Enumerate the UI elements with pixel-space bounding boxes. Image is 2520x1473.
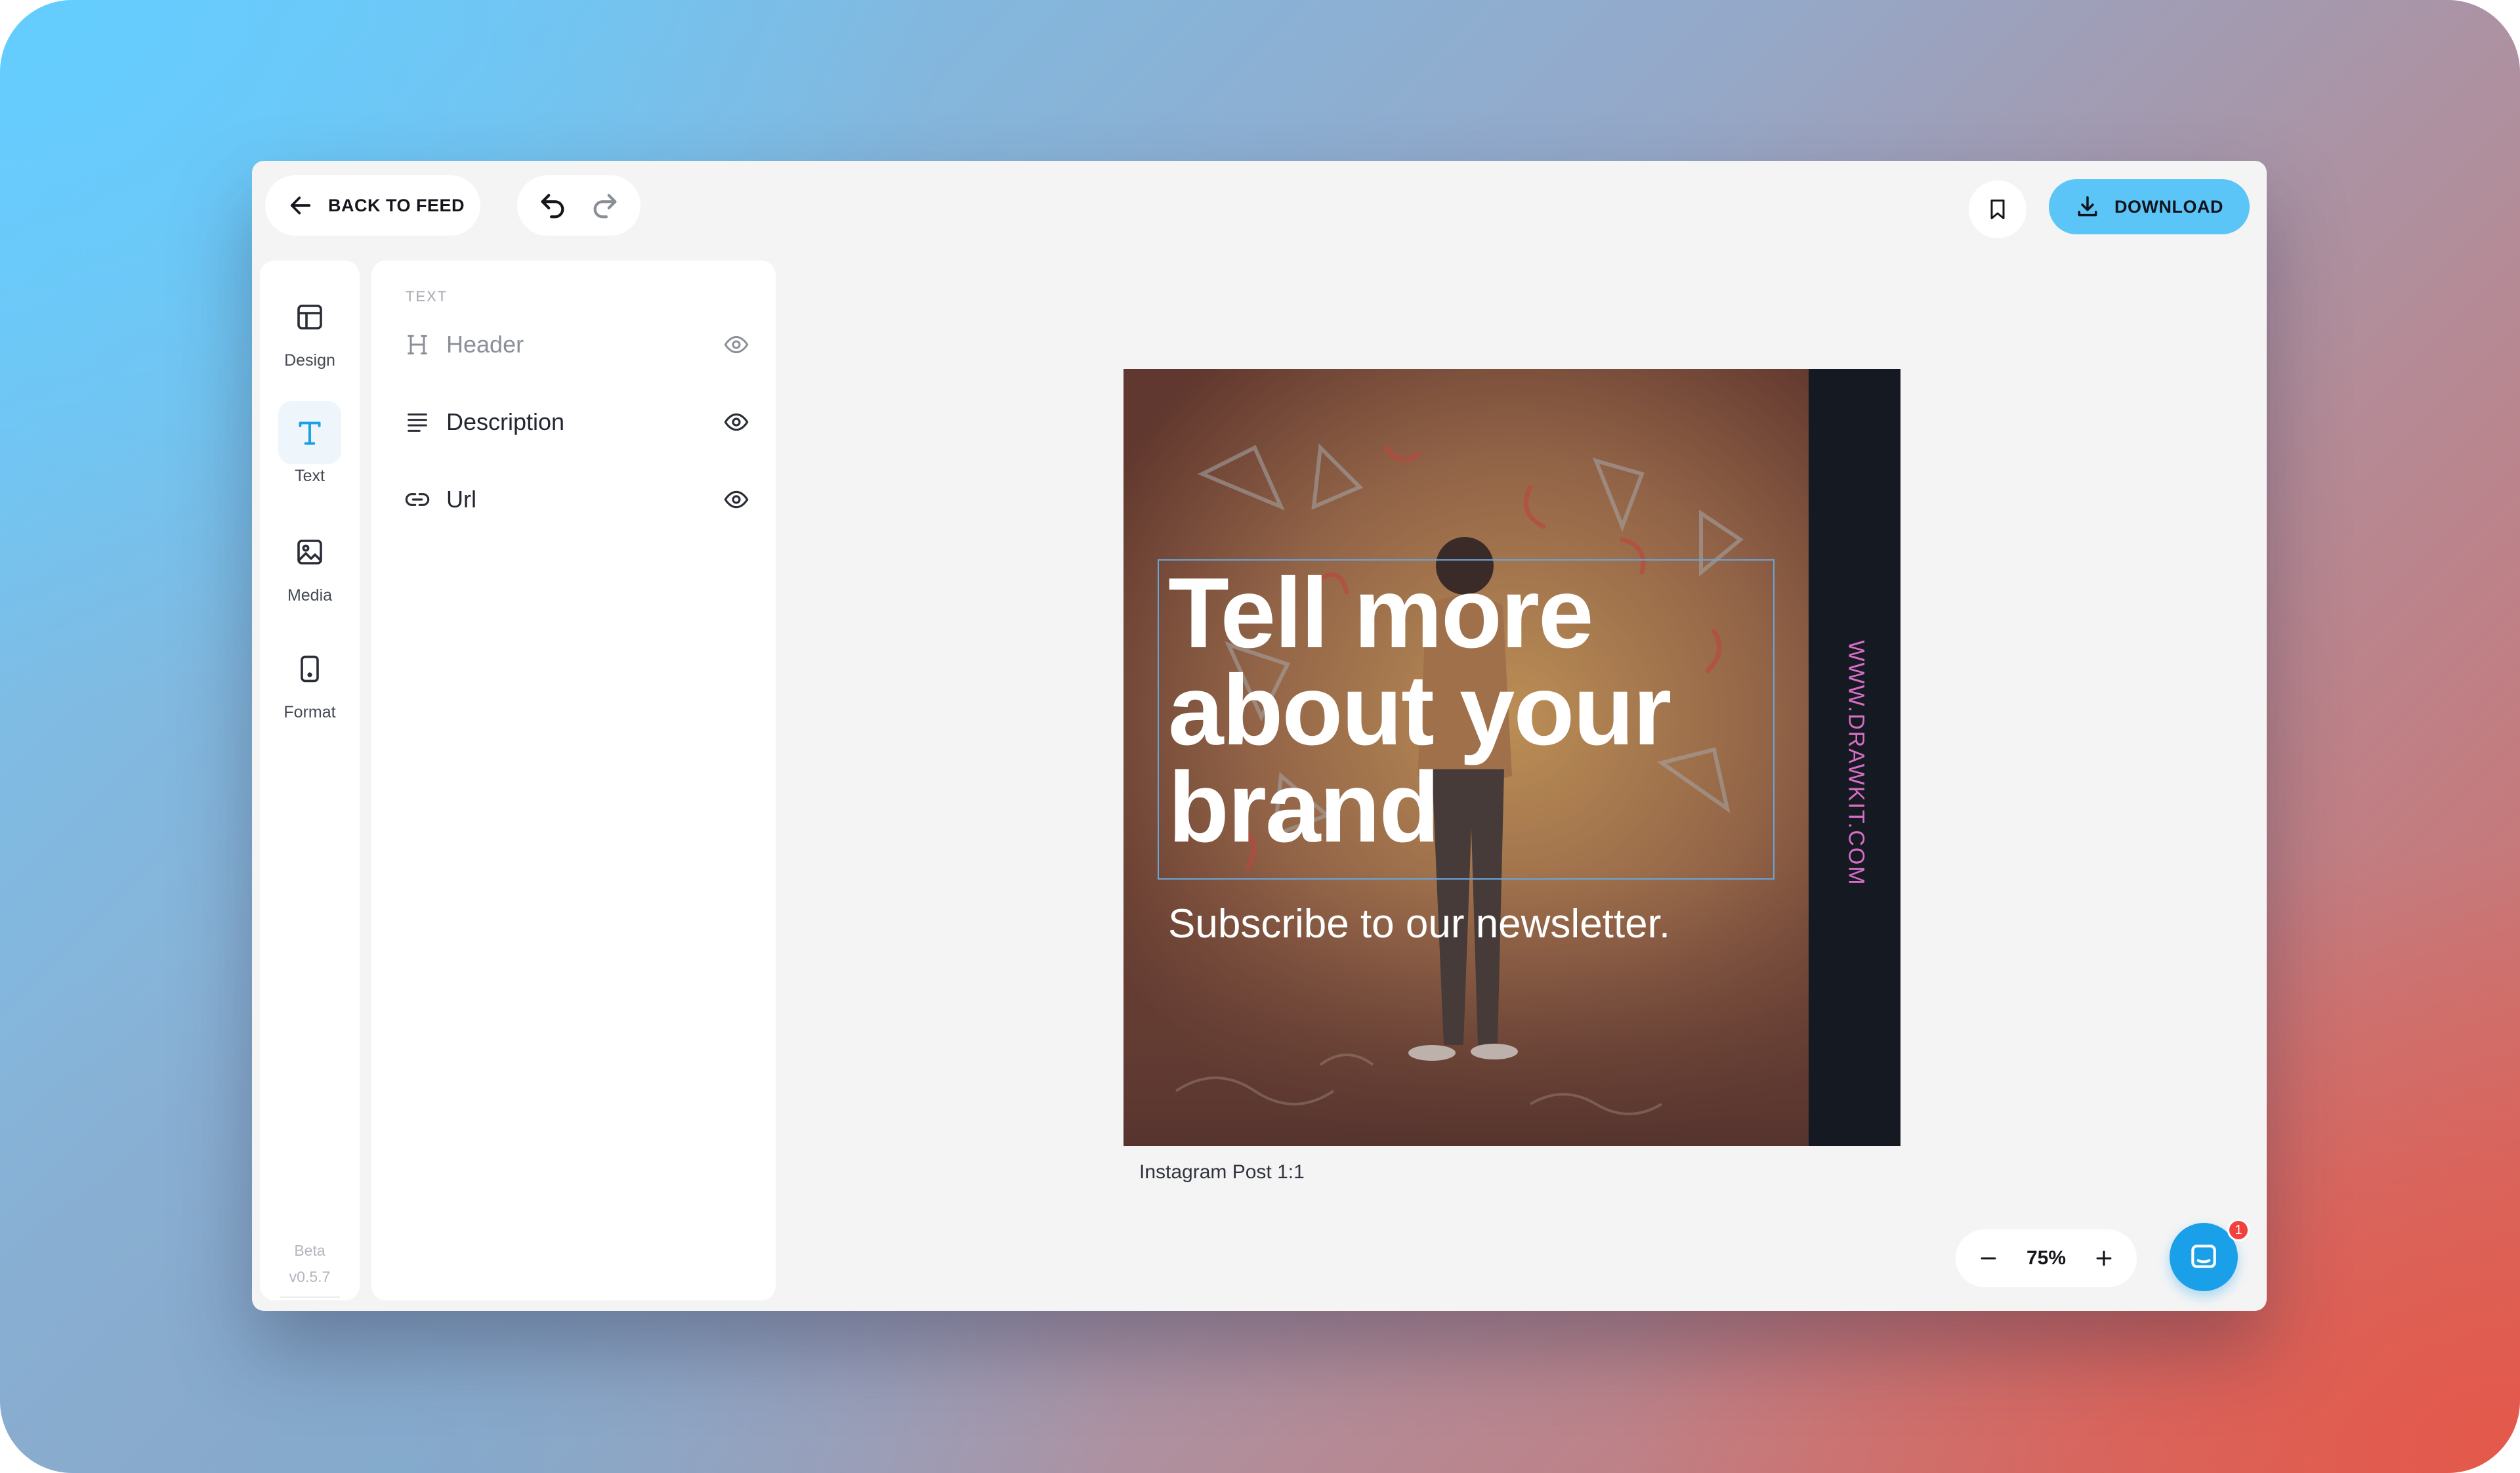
text-layer-label: Description [446, 408, 565, 435]
headline-line: Tell more [1168, 557, 1593, 669]
text-icon [299, 421, 321, 445]
version-label: v0.5.7 [289, 1268, 331, 1285]
phone-icon [301, 655, 319, 683]
undo-button[interactable] [530, 183, 575, 228]
artboard-headline[interactable]: Tell more about your brand [1168, 557, 1785, 863]
eye-icon [724, 335, 749, 354]
plus-icon [2096, 1250, 2112, 1266]
sidebar-item-media[interactable]: Media [260, 521, 360, 605]
sidebar-item-label: Media [287, 586, 333, 605]
headline-line: about your [1168, 654, 1671, 766]
sidebar-item-label: Text [295, 467, 325, 485]
tool-sidebar: Design Text Media Format Beta v0.5.7 [260, 261, 360, 1300]
zoom-control: 75% [1956, 1229, 2137, 1287]
paragraph-icon [402, 406, 433, 438]
minus-icon [1981, 1257, 1996, 1260]
download-label: DOWNLOAD [2114, 196, 2223, 217]
eye-icon [724, 413, 749, 431]
text-properties-panel: TEXT Header Description Url [371, 261, 776, 1300]
heading-icon [402, 329, 433, 360]
image-icon [297, 540, 322, 565]
sidebar-item-label: Design [284, 351, 335, 370]
sidebar-media-icon-wrap [278, 521, 341, 584]
zoom-value: 75% [2026, 1247, 2067, 1269]
artboard-format-label: Instagram Post 1:1 [1139, 1161, 1305, 1183]
layout-icon [297, 305, 322, 330]
text-layer-header[interactable]: Header [402, 325, 756, 364]
sidebar-text-icon-wrap [278, 401, 341, 464]
artboard-url-text[interactable]: WWW.DRAWKIT.COM [1843, 640, 1869, 886]
chat-icon [2191, 1245, 2216, 1268]
back-to-feed-label: BACK TO FEED [328, 195, 465, 215]
visibility-toggle-url[interactable] [717, 480, 756, 519]
bookmark-button[interactable] [1969, 181, 2026, 238]
eye-icon [724, 490, 749, 509]
download-icon [2078, 196, 2097, 217]
design-artboard[interactable]: WWW.DRAWKIT.COM Tell more about your bra… [1124, 369, 1900, 1146]
sidebar-item-label: Format [284, 703, 336, 721]
notification-badge: 1 [2227, 1219, 2250, 1241]
artboard-description[interactable]: Subscribe to our newsletter. [1168, 901, 1785, 947]
sidebar-divider [280, 1296, 340, 1298]
editor-window: BACK TO FEED DOWNLOAD Design Text Media … [252, 161, 2267, 1311]
visibility-toggle-header[interactable] [717, 325, 756, 364]
history-controls [517, 175, 640, 236]
artboard-url-wrap: WWW.DRAWKIT.COM [1836, 640, 1876, 886]
beta-label: Beta [294, 1242, 326, 1259]
visibility-toggle-description[interactable] [717, 402, 756, 442]
headline-line: brand [1168, 752, 1440, 863]
text-layer-url[interactable]: Url [402, 480, 756, 519]
text-layer-label: Url [446, 486, 476, 513]
sidebar-item-text[interactable]: Text [260, 401, 360, 486]
download-button[interactable]: DOWNLOAD [2049, 179, 2250, 234]
arrow-left-icon [290, 196, 311, 215]
redo-button[interactable] [583, 183, 627, 228]
text-layer-label: Header [446, 331, 524, 358]
back-to-feed-button[interactable]: BACK TO FEED [265, 175, 480, 236]
link-icon [402, 484, 433, 515]
version-info: Beta v0.5.7 [260, 1237, 360, 1290]
bookmark-icon [1990, 200, 2005, 219]
text-layer-description[interactable]: Description [402, 402, 756, 442]
redo-icon [593, 194, 617, 219]
zoom-out-button[interactable] [1971, 1241, 2006, 1275]
sidebar-design-icon-wrap [278, 286, 341, 349]
sidebar-format-icon-wrap [278, 637, 341, 700]
sidebar-item-format[interactable]: Format [260, 637, 360, 722]
undo-icon [541, 194, 564, 219]
sidebar-item-design[interactable]: Design [260, 286, 360, 370]
zoom-in-button[interactable] [2087, 1241, 2121, 1275]
panel-title: TEXT [406, 288, 448, 305]
